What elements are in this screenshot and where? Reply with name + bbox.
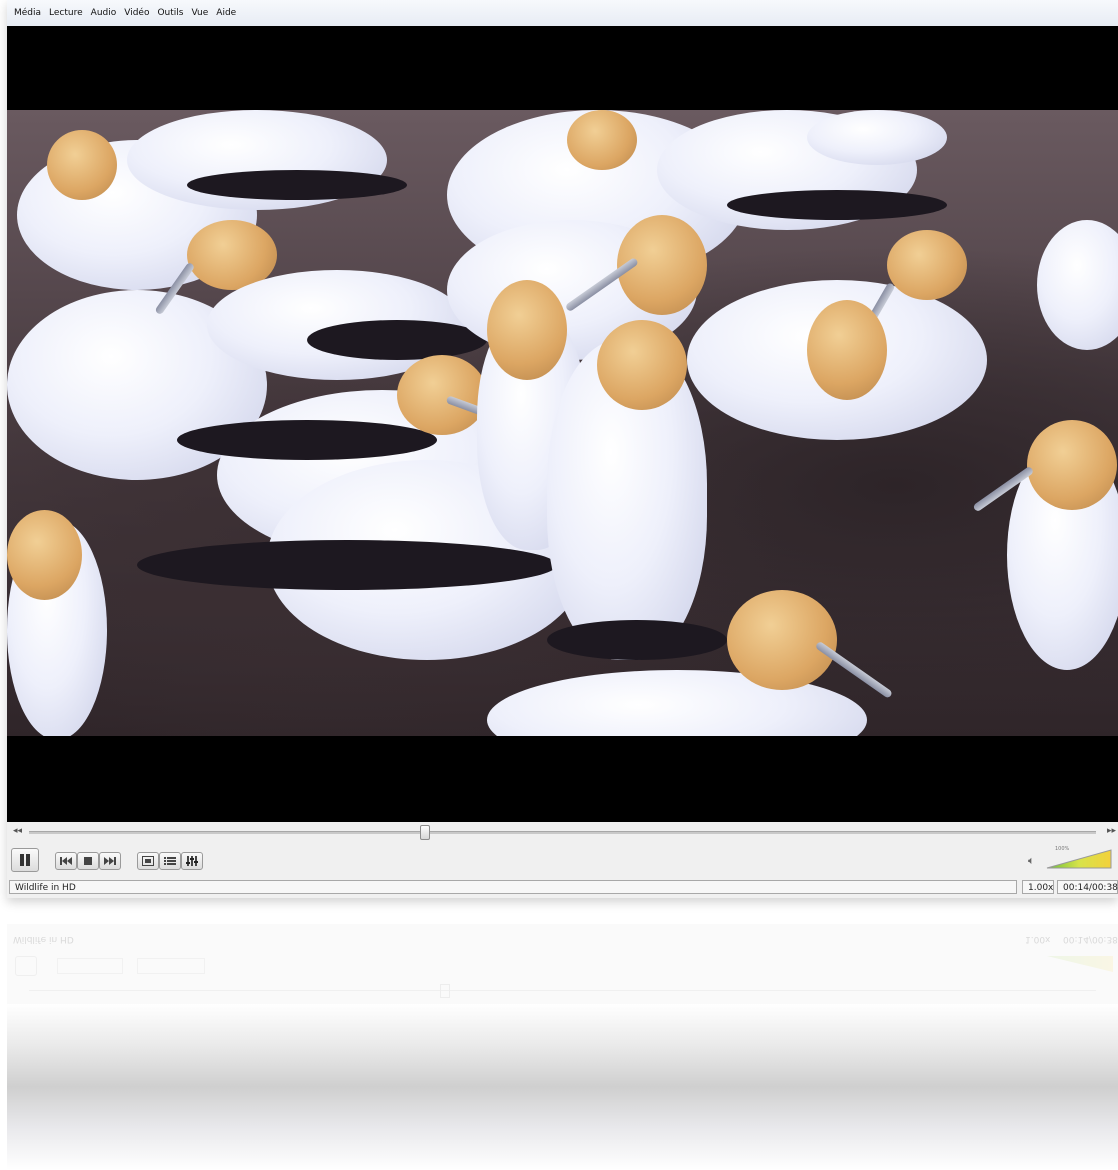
- equalizer-button[interactable]: [181, 852, 203, 870]
- stop-icon: [84, 857, 92, 865]
- volume-slider[interactable]: [1045, 848, 1113, 870]
- video-area[interactable]: [7, 26, 1118, 822]
- fullscreen-button[interactable]: [137, 852, 159, 870]
- status-bar: Wildlife in HD 1.00x 00:14/00:38: [7, 880, 1118, 896]
- pause-button[interactable]: [11, 848, 39, 872]
- window-reflection: Wildlife in HD 1.00x 00:14/00:38: [7, 924, 1118, 1170]
- seek-back-icon[interactable]: ◂◂: [13, 826, 22, 836]
- menu-vue[interactable]: Vue: [191, 6, 208, 20]
- speaker-icon[interactable]: 🔈︎: [1028, 854, 1035, 868]
- playback-speed[interactable]: 1.00x: [1022, 880, 1054, 894]
- menu-video[interactable]: Vidéo: [124, 6, 149, 20]
- equalizer-icon: [186, 856, 198, 866]
- menu-aide[interactable]: Aide: [216, 6, 236, 20]
- previous-button[interactable]: [55, 852, 77, 870]
- stop-button[interactable]: [77, 852, 99, 870]
- seek-bar[interactable]: ◂◂ ▸▸: [7, 822, 1118, 842]
- reflection-video: [7, 1004, 1118, 1170]
- playlist-button[interactable]: [159, 852, 181, 870]
- video-frame: [7, 110, 1118, 736]
- reflection-title: Wildlife in HD: [13, 934, 74, 944]
- menu-bar: Média Lecture Audio Vidéo Outils Vue Aid…: [7, 0, 1118, 27]
- menu-lecture[interactable]: Lecture: [49, 6, 83, 20]
- seek-forward-icon[interactable]: ▸▸: [1107, 826, 1116, 836]
- next-button[interactable]: [99, 852, 121, 870]
- reflection-time: 00:14/00:38: [1063, 934, 1118, 944]
- seek-handle[interactable]: [419, 825, 430, 840]
- time-display[interactable]: 00:14/00:38: [1057, 880, 1118, 894]
- media-title: Wildlife in HD: [9, 880, 1017, 894]
- menu-outils[interactable]: Outils: [157, 6, 183, 20]
- seek-track[interactable]: [29, 831, 1096, 834]
- menu-audio[interactable]: Audio: [91, 6, 117, 20]
- skip-back-icon: [60, 857, 72, 865]
- pause-icon: [20, 854, 30, 866]
- reflection-speed: 1.00x: [1025, 934, 1051, 944]
- reflection-controls: Wildlife in HD 1.00x 00:14/00:38: [7, 924, 1118, 1004]
- fullscreen-icon: [142, 856, 154, 866]
- playlist-icon: [164, 857, 176, 865]
- menu-media[interactable]: Média: [14, 6, 41, 20]
- control-bar: 🔈︎ 100%: [7, 846, 1118, 878]
- vlc-window: Média Lecture Audio Vidéo Outils Vue Aid…: [7, 0, 1118, 898]
- skip-forward-icon: [104, 857, 116, 865]
